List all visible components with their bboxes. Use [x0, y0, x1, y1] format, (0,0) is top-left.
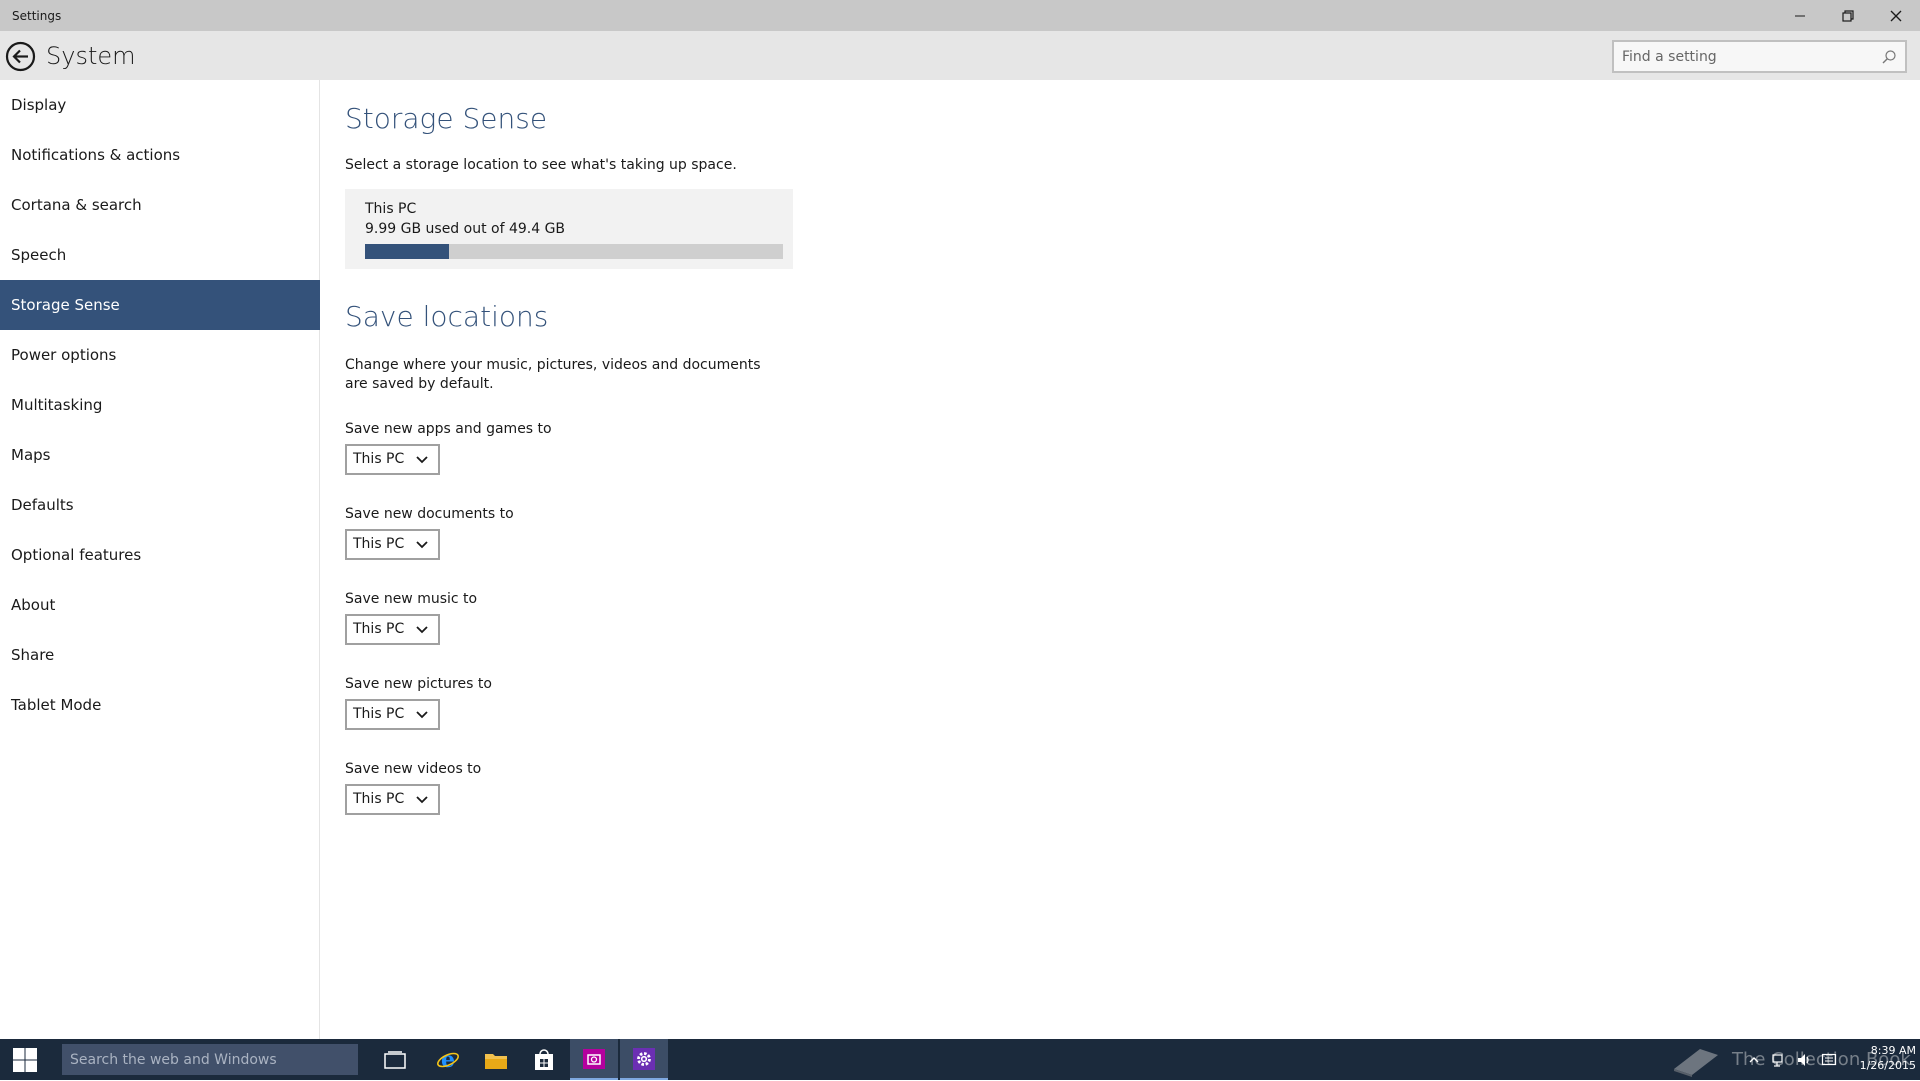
- close-icon: [1890, 10, 1902, 21]
- save-locations-description: Change where your music, pictures, video…: [345, 357, 761, 392]
- page-title: System: [46, 42, 136, 70]
- taskbar: e The: [0, 1039, 1920, 1080]
- save-music-value: This PC: [353, 621, 405, 637]
- camera-app-button[interactable]: [570, 1039, 618, 1080]
- action-center-button[interactable]: [1820, 1051, 1838, 1069]
- chevron-down-icon: [416, 711, 428, 719]
- save-music-label: Save new music to: [345, 591, 478, 607]
- storage-usage-bar: [365, 244, 783, 259]
- internet-explorer-button[interactable]: e: [424, 1039, 472, 1080]
- save-documents-label: Save new documents to: [345, 506, 514, 522]
- sidebar-item-defaults[interactable]: Defaults: [0, 480, 320, 530]
- sidebar-item-speech[interactable]: Speech: [0, 230, 320, 280]
- task-view-icon: [384, 1050, 406, 1069]
- save-apps-label: Save new apps and games to: [345, 421, 552, 437]
- back-button[interactable]: [4, 40, 37, 73]
- window-title: Settings: [12, 9, 62, 23]
- back-arrow-icon: [5, 41, 36, 72]
- close-button[interactable]: [1872, 0, 1920, 31]
- save-apps-value: This PC: [353, 451, 405, 467]
- save-pictures-value: This PC: [353, 706, 405, 722]
- sidebar-item-power-options[interactable]: Power options: [0, 330, 320, 380]
- internet-explorer-icon: e: [437, 1048, 459, 1072]
- show-hidden-icons-button[interactable]: [1745, 1051, 1763, 1069]
- sidebar-item-optional-features[interactable]: Optional features: [0, 530, 320, 580]
- network-icon: [1772, 1054, 1783, 1067]
- sidebar-item-storage-sense[interactable]: Storage Sense: [0, 280, 320, 330]
- minimize-icon: [1795, 15, 1805, 16]
- save-videos-label: Save new videos to: [345, 761, 482, 777]
- app-header: System: [0, 31, 1920, 80]
- start-button[interactable]: [0, 1039, 50, 1080]
- camera-app-icon: [583, 1048, 605, 1069]
- svg-text:e: e: [441, 1048, 455, 1072]
- save-videos-dropdown[interactable]: This PC: [345, 784, 440, 815]
- task-view-button[interactable]: [371, 1039, 419, 1080]
- sidebar-item-display[interactable]: Display: [0, 80, 320, 130]
- storage-description: Select a storage location to see what's …: [345, 157, 737, 173]
- sidebar: Display Notifications & actions Cortana …: [0, 80, 320, 1039]
- volume-tray-button[interactable]: [1795, 1051, 1813, 1069]
- taskbar-clock[interactable]: 8:39 AM 1/26/2015: [1852, 1043, 1916, 1073]
- store-icon: [535, 1048, 553, 1070]
- chevron-up-icon: [1749, 1057, 1759, 1063]
- storage-location-tile[interactable]: This PC 9.99 GB used out of 49.4 GB: [345, 189, 793, 269]
- search-icon[interactable]: [1881, 49, 1897, 65]
- storage-usage-text: 9.99 GB used out of 49.4 GB: [365, 221, 566, 237]
- sidebar-item-maps[interactable]: Maps: [0, 430, 320, 480]
- minimize-button[interactable]: [1776, 0, 1824, 31]
- settings-app-button[interactable]: [620, 1039, 668, 1080]
- sidebar-item-multitasking[interactable]: Multitasking: [0, 380, 320, 430]
- settings-search-box[interactable]: [1612, 40, 1907, 73]
- save-locations-heading: Save locations: [345, 300, 549, 333]
- sidebar-item-tablet-mode[interactable]: Tablet Mode: [0, 680, 320, 730]
- save-apps-dropdown[interactable]: This PC: [345, 444, 440, 475]
- chevron-down-icon: [416, 541, 428, 549]
- save-documents-dropdown[interactable]: This PC: [345, 529, 440, 560]
- main-content: Storage Sense Select a storage location …: [345, 80, 1895, 1039]
- store-button[interactable]: [520, 1039, 568, 1080]
- network-tray-button[interactable]: [1770, 1051, 1788, 1069]
- action-center-icon: [1821, 1053, 1837, 1066]
- book-logo-icon: [1674, 1049, 1718, 1077]
- clock-date: 1/26/2015: [1859, 1059, 1916, 1072]
- taskbar-search-box[interactable]: [62, 1044, 358, 1075]
- save-pictures-dropdown[interactable]: This PC: [345, 699, 440, 730]
- taskbar-search-input[interactable]: [70, 1050, 350, 1070]
- file-explorer-button[interactable]: [472, 1039, 520, 1080]
- save-videos-value: This PC: [353, 791, 405, 807]
- restore-icon: [1842, 9, 1854, 22]
- storage-sense-heading: Storage Sense: [345, 102, 548, 135]
- chevron-down-icon: [416, 626, 428, 634]
- settings-search-input[interactable]: [1622, 47, 1862, 67]
- save-pictures-label: Save new pictures to: [345, 676, 492, 692]
- save-documents-value: This PC: [353, 536, 405, 552]
- windows-logo-icon: [13, 1047, 37, 1072]
- restore-button[interactable]: [1824, 0, 1872, 31]
- sidebar-item-about[interactable]: About: [0, 580, 320, 630]
- volume-icon: [1798, 1054, 1809, 1066]
- sidebar-item-cortana[interactable]: Cortana & search: [0, 180, 320, 230]
- file-explorer-icon: [485, 1053, 507, 1069]
- sidebar-item-notifications[interactable]: Notifications & actions: [0, 130, 320, 180]
- storage-usage-bar-fill: [365, 244, 449, 259]
- sidebar-item-share[interactable]: Share: [0, 630, 320, 680]
- save-music-dropdown[interactable]: This PC: [345, 614, 440, 645]
- chevron-down-icon: [416, 456, 428, 464]
- settings-app-icon: [633, 1047, 655, 1070]
- storage-location-name: This PC: [365, 201, 417, 217]
- title-bar: Settings: [0, 0, 1920, 31]
- clock-time: 8:39 AM: [1870, 1044, 1916, 1057]
- chevron-down-icon: [416, 796, 428, 804]
